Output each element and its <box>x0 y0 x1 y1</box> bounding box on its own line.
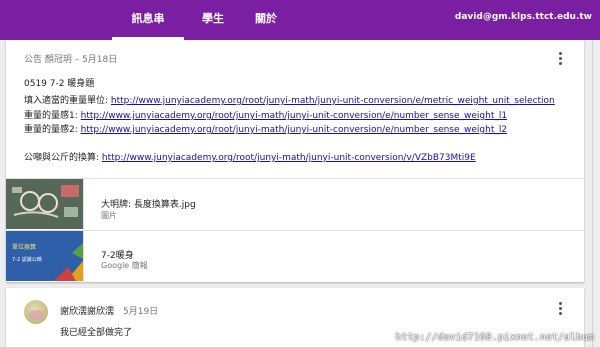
photo-thumbnail-icon <box>6 179 83 229</box>
post-line: 重量的量感1: http://www.junyiacademy.org/root… <box>24 108 507 121</box>
comment-body: 我已經全部做完了 <box>60 328 133 338</box>
post-title: 0519 7-2 暖身題 <box>24 79 95 89</box>
exercise-link[interactable]: http://www.junyiacademy.org/root/junyi-m… <box>81 111 507 121</box>
tab-about[interactable]: 關於 <box>246 0 286 40</box>
svg-text:7-2 認識公噸: 7-2 認識公噸 <box>12 256 42 263</box>
line-label: 重量的量感2: <box>24 125 78 135</box>
line-label: 公噸與公斤的換算: <box>24 153 100 163</box>
attachment-name: 大明牌: 長度換算表.jpg <box>101 200 196 210</box>
line-label: 重量的量感1: <box>24 111 78 121</box>
attachment-type: Google 簡報 <box>101 261 148 270</box>
exercise-link[interactable]: http://www.junyiacademy.org/root/junyi-m… <box>81 125 507 135</box>
tab-stream[interactable]: 訊息串 <box>112 0 184 40</box>
slides-thumbnail[interactable]: 單位換算 7-2 認識公噸 <box>6 231 83 281</box>
exercise-link[interactable]: http://www.junyiacademy.org/root/junyi-m… <box>111 96 555 106</box>
slides-thumbnail-icon: 單位換算 7-2 認識公噸 <box>6 231 83 281</box>
post-line: 重量的量感2: http://www.junyiacademy.org/root… <box>24 122 507 135</box>
post-line: 填入適當的重量單位: http://www.junyiacademy.org/r… <box>24 93 555 106</box>
photo-thumbnail[interactable] <box>6 179 83 229</box>
attachment-separator <box>83 179 84 231</box>
avatar[interactable] <box>24 300 48 324</box>
tab-students[interactable]: 學生 <box>194 0 232 40</box>
scrollbar-track[interactable] <box>592 40 593 347</box>
line-label: 填入適當的重量單位: <box>24 96 109 106</box>
announcement-card: 公告 顏冠玥 – 5月18日 0519 7-2 暖身題 填入適當的重量單位: h… <box>6 40 584 283</box>
post-meta: 公告 顏冠玥 – 5月18日 <box>24 55 118 65</box>
attachment-type: 圖片 <box>101 211 117 220</box>
attachment-separator <box>83 231 84 283</box>
video-link[interactable]: http://www.junyiacademy.org/root/junyi-m… <box>102 153 476 163</box>
account-email[interactable]: david@gm.klps.ttct.edu.tw <box>455 12 592 22</box>
post-line: 公噸與公斤的換算: http://www.junyiacademy.org/ro… <box>24 150 476 163</box>
divider <box>6 178 584 179</box>
svg-text:單位換算: 單位換算 <box>12 243 36 251</box>
watermark-text: http://david7168.pixnet.net/album <box>395 332 594 343</box>
divider <box>6 230 584 231</box>
comment-author: 謝欣濡謝欣濡 <box>60 307 115 317</box>
more-options-icon[interactable] <box>556 302 564 316</box>
comment-date: 5月19日 <box>123 307 159 317</box>
top-app-bar: 訊息串 學生 關於 david@gm.klps.ttct.edu.tw <box>0 0 600 40</box>
more-options-icon[interactable] <box>556 52 564 66</box>
